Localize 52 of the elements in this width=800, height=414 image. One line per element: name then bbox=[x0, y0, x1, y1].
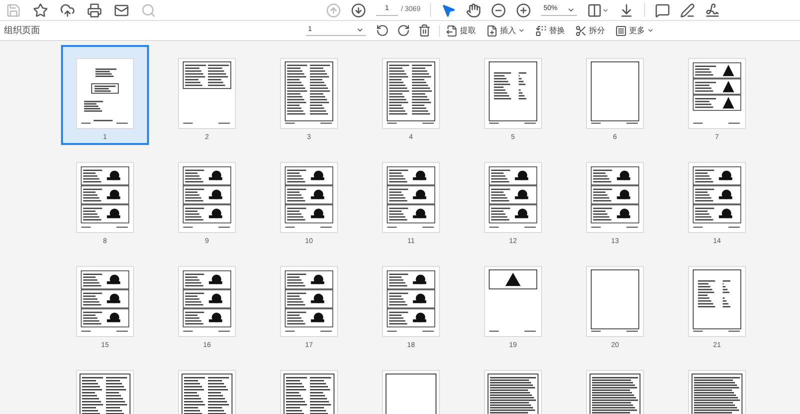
page-thumbnail[interactable] bbox=[179, 267, 235, 336]
page-plus-icon bbox=[486, 24, 498, 36]
delete-icon[interactable] bbox=[418, 24, 431, 37]
page-thumbnail[interactable] bbox=[77, 267, 133, 336]
toolbar-action-button[interactable]: 拆分 bbox=[575, 24, 605, 36]
page-thumbnail[interactable] bbox=[281, 59, 337, 128]
page-thumbnail[interactable] bbox=[281, 267, 337, 336]
signature-icon[interactable] bbox=[705, 2, 720, 18]
mail-icon[interactable] bbox=[114, 2, 129, 18]
page-thumbnail[interactable] bbox=[383, 163, 439, 232]
page-thumbnail[interactable] bbox=[179, 163, 235, 232]
page-thumbnail[interactable] bbox=[77, 59, 133, 128]
page-thumbnail[interactable] bbox=[689, 59, 745, 128]
scissors-icon bbox=[575, 24, 587, 36]
replace-icon bbox=[535, 24, 547, 36]
page-thumbnail[interactable] bbox=[77, 163, 133, 232]
page-thumbnail[interactable] bbox=[587, 267, 643, 336]
comment-icon[interactable] bbox=[655, 2, 670, 18]
star-icon[interactable] bbox=[33, 2, 48, 18]
page-display-button[interactable] bbox=[587, 2, 610, 18]
toolbar-action-button[interactable]: 更多 bbox=[615, 24, 654, 36]
page-thumbnail[interactable] bbox=[485, 59, 541, 128]
rotate-left-icon[interactable] bbox=[376, 24, 389, 37]
scroll-down-icon[interactable] bbox=[619, 2, 634, 18]
page-thumbnail[interactable] bbox=[485, 267, 541, 336]
page-thumbnail[interactable] bbox=[383, 59, 439, 128]
toolbar-action-button[interactable]: 替换 bbox=[535, 24, 565, 36]
split-view-icon bbox=[587, 2, 602, 18]
printer-icon[interactable] bbox=[87, 2, 102, 18]
page-thumbnail[interactable] bbox=[587, 163, 643, 232]
cloud-upload-icon[interactable] bbox=[60, 2, 75, 18]
zoom-in-icon[interactable] bbox=[516, 2, 532, 18]
page-thumbnail[interactable] bbox=[383, 267, 439, 336]
page-thumbnail[interactable] bbox=[689, 163, 745, 232]
panel-title: 组织页面 bbox=[4, 24, 40, 37]
pointer-icon[interactable] bbox=[441, 2, 456, 18]
toolbar-action-button[interactable]: 插入 bbox=[486, 24, 525, 36]
list-box-icon bbox=[615, 24, 627, 36]
page-thumbnail[interactable] bbox=[587, 59, 643, 128]
zoom-out-icon[interactable] bbox=[491, 2, 506, 18]
toolbar-action-button[interactable]: 提取 bbox=[446, 24, 476, 36]
next-page-icon[interactable] bbox=[351, 2, 366, 18]
page-thumbnail[interactable] bbox=[485, 163, 541, 232]
page-thumbnail[interactable] bbox=[179, 59, 235, 128]
hand-icon[interactable] bbox=[466, 2, 482, 18]
caret-icon bbox=[602, 6, 610, 14]
caret-icon bbox=[356, 26, 364, 34]
page-out-icon bbox=[446, 24, 458, 36]
page-thumbnail[interactable] bbox=[689, 267, 745, 336]
pen-icon[interactable] bbox=[680, 2, 696, 18]
page-thumbnail[interactable] bbox=[281, 163, 337, 232]
rotate-right-icon[interactable] bbox=[397, 24, 410, 37]
